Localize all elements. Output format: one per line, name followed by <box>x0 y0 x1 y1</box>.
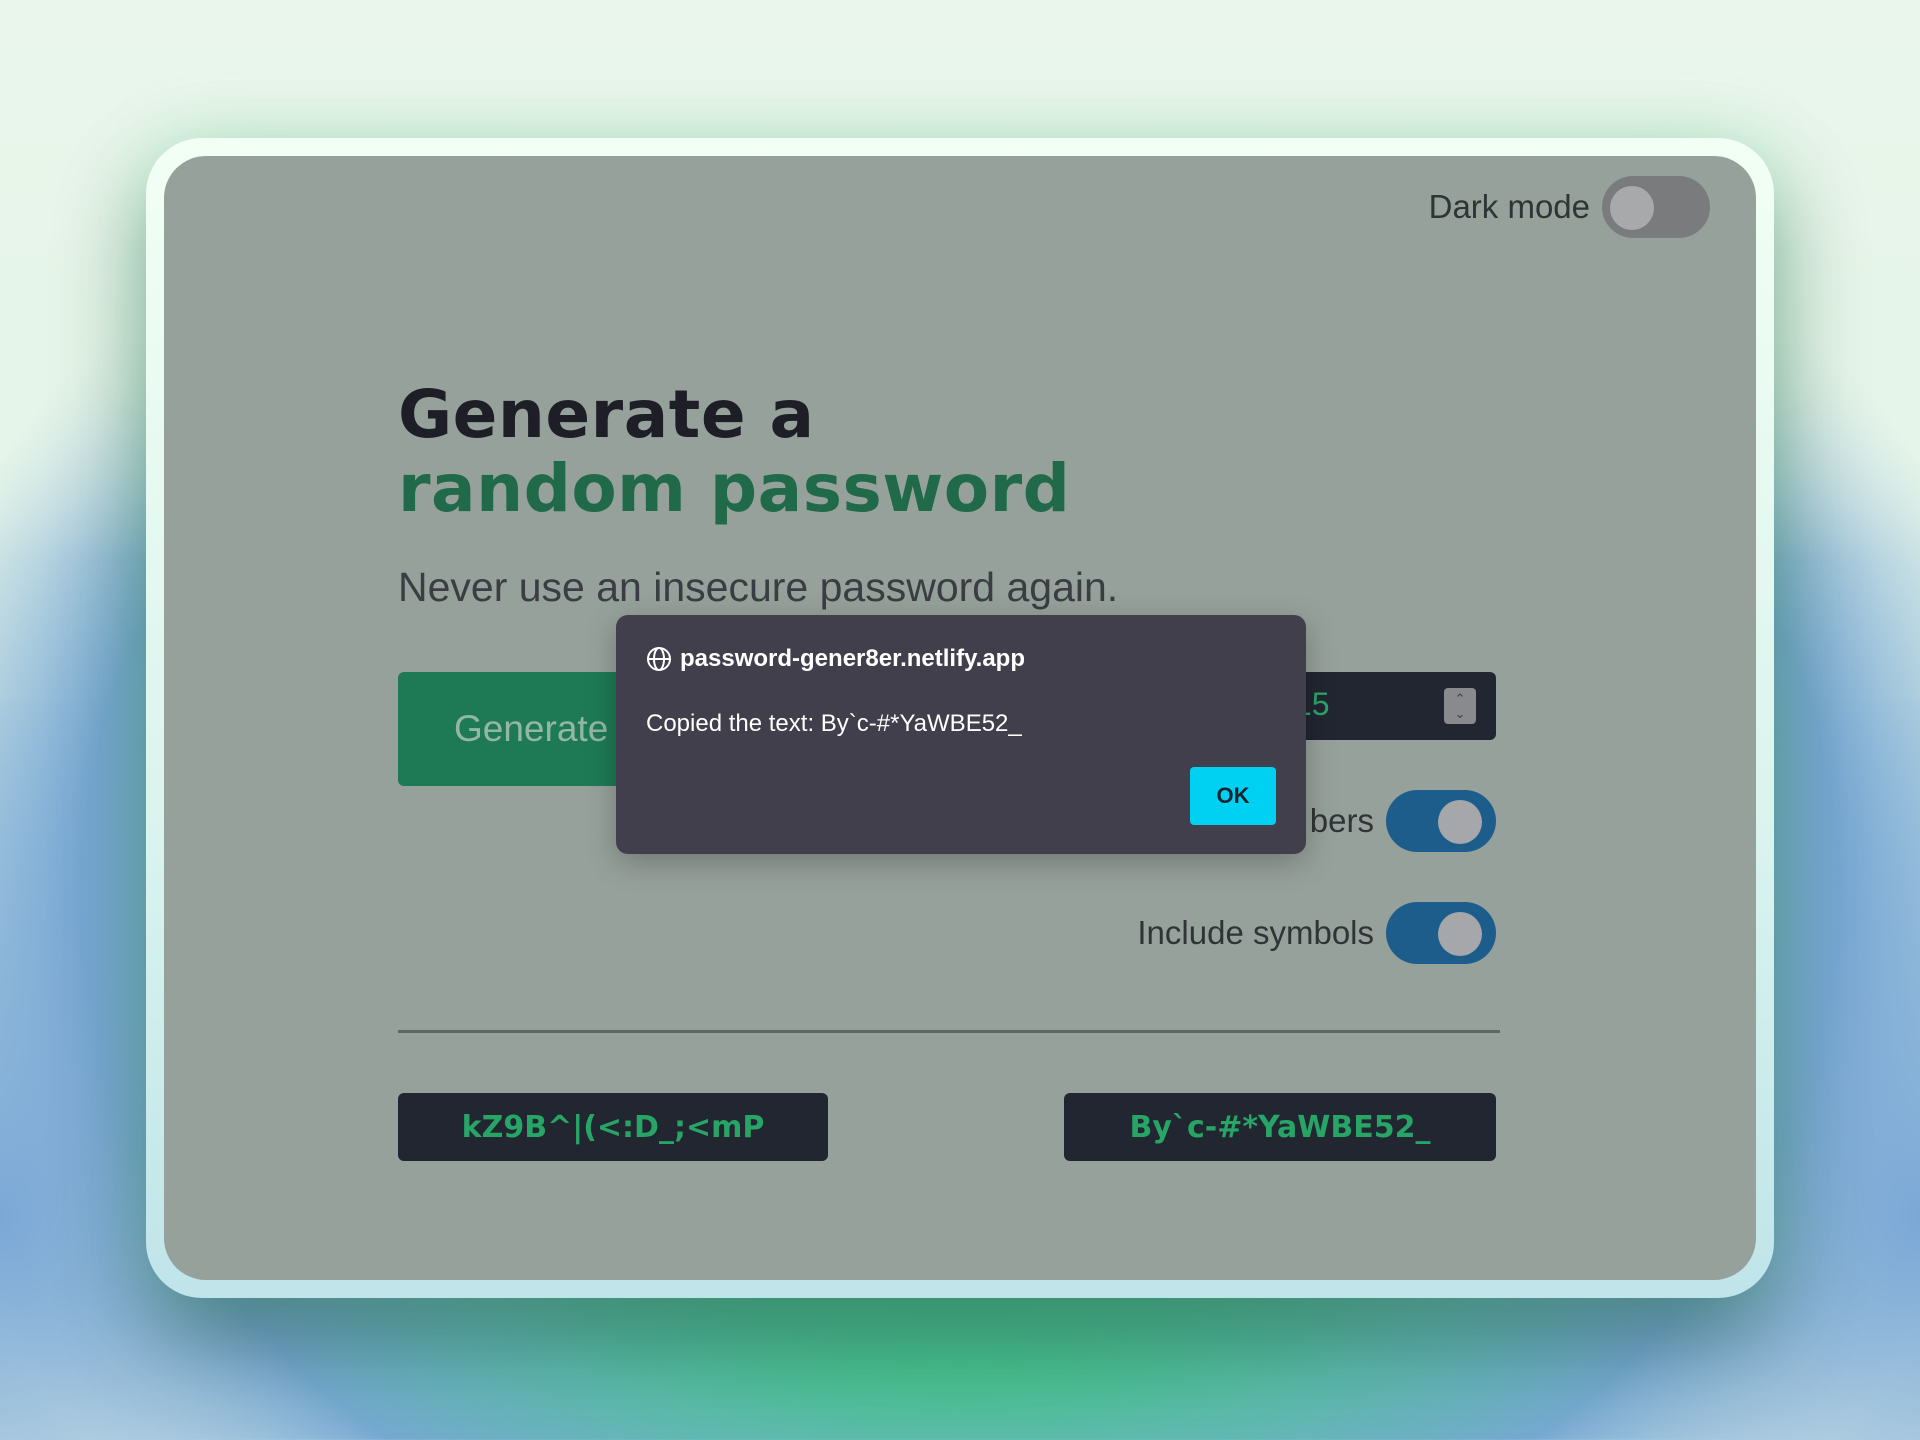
include-symbols-toggle[interactable] <box>1386 902 1496 964</box>
include-numbers-toggle[interactable] <box>1386 790 1496 852</box>
toggle-knob <box>1438 912 1482 956</box>
dialog-message: Copied the text: By`c-#*YaWBE52_ <box>646 710 1022 737</box>
subtitle: Never use an insecure password again. <box>398 564 1119 610</box>
ok-button[interactable]: OK <box>1190 767 1276 825</box>
password-text: By`c-#*YaWBE52_ <box>1129 1109 1431 1145</box>
chevron-down-icon[interactable]: ⌄ <box>1444 706 1476 721</box>
password-output-2[interactable]: By`c-#*YaWBE52_ <box>1064 1093 1496 1161</box>
include-symbols-label: Include symbols <box>1137 914 1374 951</box>
globe-icon <box>647 647 671 671</box>
title-line-1: Generate a <box>398 376 815 453</box>
password-text: kZ9B^|(<:D_;<mP <box>461 1109 765 1145</box>
generate-button-label: Generate <box>454 708 609 749</box>
toggle-knob <box>1438 800 1482 844</box>
page-title: Generate a random password <box>398 378 1070 526</box>
divider <box>398 1030 1500 1033</box>
length-input[interactable]: 15 ⌃ ⌄ <box>1294 672 1496 740</box>
password-output-1[interactable]: kZ9B^|(<:D_;<mP <box>398 1093 828 1161</box>
chevron-up-icon[interactable]: ⌃ <box>1444 691 1476 706</box>
ok-button-label: OK <box>1216 783 1250 808</box>
dark-mode-control: Dark mode <box>1429 176 1710 238</box>
dark-mode-label: Dark mode <box>1428 188 1590 225</box>
dark-mode-toggle[interactable] <box>1602 176 1710 238</box>
alert-dialog: password-gener8er.netlify.app Copied the… <box>616 615 1306 854</box>
dialog-host: password-gener8er.netlify.app <box>646 645 1025 673</box>
title-line-2: random password <box>398 449 1071 527</box>
dialog-host-text: password-gener8er.netlify.app <box>680 645 1025 672</box>
toggle-knob <box>1610 186 1654 230</box>
include-numbers-row: bers <box>1310 790 1496 852</box>
include-symbols-row: Include symbols <box>1137 902 1496 964</box>
include-numbers-label: bers <box>1309 802 1374 839</box>
length-stepper[interactable]: ⌃ ⌄ <box>1444 688 1476 724</box>
